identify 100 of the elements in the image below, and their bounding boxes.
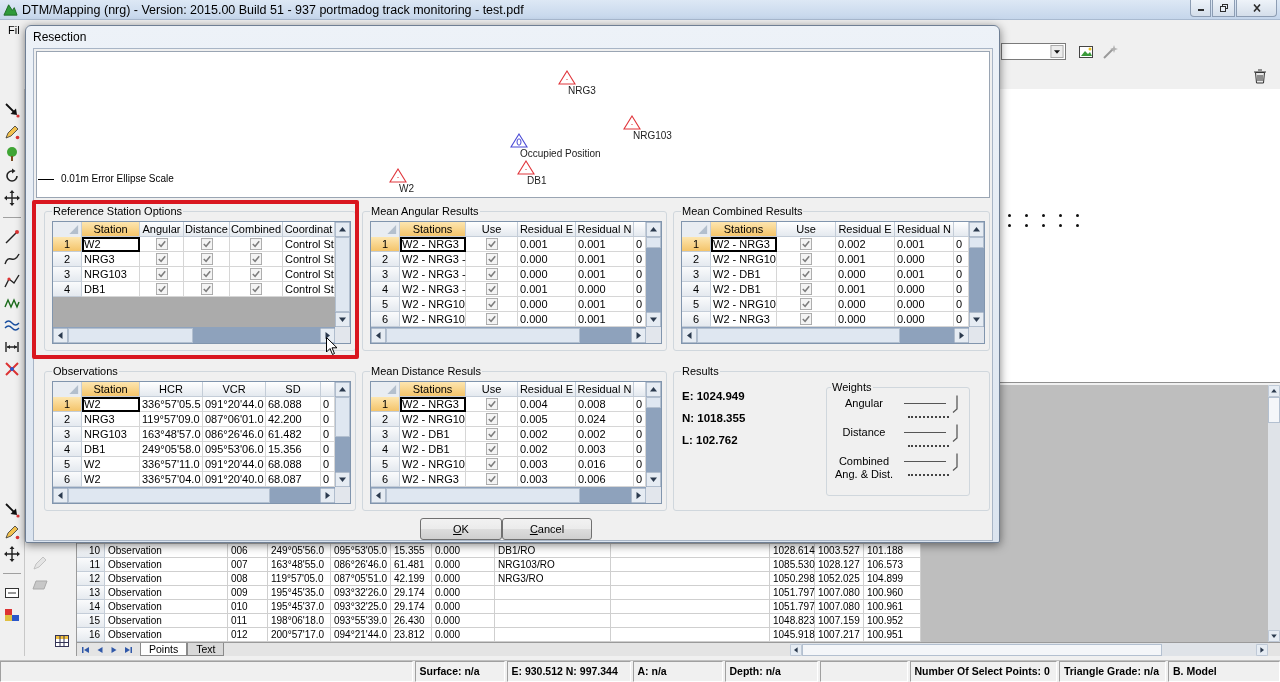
scrollbar-thumb[interactable] bbox=[1268, 397, 1280, 423]
bin-icon[interactable] bbox=[1252, 68, 1268, 84]
scrollbar-thumb[interactable] bbox=[68, 327, 193, 343]
row-number[interactable]: 3 bbox=[371, 427, 400, 442]
vertical-scrollbar[interactable] bbox=[335, 222, 350, 327]
checkbox[interactable] bbox=[800, 253, 812, 265]
checkbox[interactable] bbox=[200, 238, 213, 250]
pencil-icon[interactable] bbox=[4, 124, 20, 140]
weight-slider[interactable] bbox=[902, 395, 958, 419]
rotate-icon[interactable] bbox=[4, 168, 20, 184]
checkbox[interactable] bbox=[155, 283, 168, 295]
row-number[interactable]: 11 bbox=[77, 558, 105, 572]
move-icon[interactable] bbox=[4, 546, 20, 562]
checkbox[interactable] bbox=[485, 413, 498, 425]
row-number[interactable]: 4 bbox=[371, 282, 400, 297]
row-number[interactable]: 15 bbox=[77, 614, 105, 628]
toolbar-dropdown[interactable] bbox=[1001, 43, 1066, 60]
column-header[interactable]: Residual E bbox=[518, 382, 576, 397]
picture-icon[interactable] bbox=[1078, 43, 1094, 60]
row-number[interactable]: 6 bbox=[682, 312, 711, 327]
row-number[interactable]: 1 bbox=[371, 237, 400, 252]
pencil-icon[interactable] bbox=[4, 524, 20, 540]
row-number[interactable]: 1 bbox=[371, 397, 400, 412]
column-header[interactable]: Residual E bbox=[836, 222, 895, 237]
row-number[interactable]: 4 bbox=[682, 282, 711, 297]
table-icon[interactable] bbox=[54, 633, 70, 649]
checkbox[interactable] bbox=[485, 473, 498, 485]
column-header[interactable]: Stations bbox=[400, 222, 466, 237]
restore-button[interactable] bbox=[1212, 0, 1235, 17]
arrow-icon[interactable] bbox=[4, 502, 20, 518]
column-header[interactable]: Station bbox=[82, 382, 140, 397]
column-header[interactable]: Angular bbox=[140, 222, 184, 237]
checkbox[interactable] bbox=[485, 398, 498, 410]
horizontal-scrollbar[interactable] bbox=[371, 327, 646, 343]
curve-icon[interactable] bbox=[4, 251, 20, 267]
row-number[interactable]: 5 bbox=[53, 457, 82, 472]
row-number[interactable]: 4 bbox=[371, 442, 400, 457]
vertical-scrollbar[interactable] bbox=[335, 382, 350, 487]
row-number[interactable]: 1 bbox=[53, 237, 82, 252]
wand-icon[interactable] bbox=[1102, 43, 1118, 60]
row-number[interactable]: 2 bbox=[371, 252, 400, 267]
scrollbar-thumb[interactable] bbox=[969, 237, 984, 248]
row-number[interactable]: 6 bbox=[371, 472, 400, 487]
checkbox[interactable] bbox=[250, 283, 262, 295]
vertical-scrollbar[interactable] bbox=[646, 382, 661, 487]
column-header[interactable]: Use bbox=[466, 382, 518, 397]
row-number[interactable]: 3 bbox=[53, 267, 82, 282]
checkbox[interactable] bbox=[485, 458, 498, 470]
checkbox[interactable] bbox=[250, 253, 262, 265]
slider-thumb[interactable] bbox=[951, 395, 958, 413]
checkbox[interactable] bbox=[200, 268, 213, 280]
row-number[interactable]: 5 bbox=[371, 297, 400, 312]
checkbox[interactable] bbox=[200, 283, 213, 295]
row-number[interactable]: 2 bbox=[53, 412, 82, 427]
checkbox[interactable] bbox=[485, 298, 498, 310]
dialog-button[interactable]: Cancel bbox=[502, 518, 592, 540]
column-header[interactable]: SD bbox=[266, 382, 321, 397]
checkbox[interactable] bbox=[800, 313, 812, 325]
menu-item[interactable]: Fil bbox=[8, 24, 20, 36]
column-header[interactable]: Residual N bbox=[576, 222, 634, 237]
column-header[interactable]: Residual N bbox=[576, 382, 634, 397]
vertical-scrollbar[interactable] bbox=[646, 222, 661, 327]
row-number[interactable]: 16 bbox=[77, 628, 105, 642]
column-header[interactable]: Residual E bbox=[518, 222, 576, 237]
scrollbar-thumb[interactable] bbox=[335, 237, 350, 312]
slider-thumb[interactable] bbox=[951, 453, 958, 471]
cross-icon[interactable] bbox=[4, 361, 20, 377]
checkbox[interactable] bbox=[155, 268, 168, 280]
column-header[interactable]: Station bbox=[82, 222, 140, 237]
row-number[interactable]: 1 bbox=[53, 397, 82, 412]
slider-thumb[interactable] bbox=[951, 424, 958, 442]
scrollbar-thumb[interactable] bbox=[386, 327, 580, 343]
horizontal-scrollbar[interactable] bbox=[371, 487, 646, 503]
row-number[interactable]: 3 bbox=[53, 427, 82, 442]
checkbox[interactable] bbox=[800, 238, 812, 250]
column-header[interactable]: HCR bbox=[140, 382, 203, 397]
scrollbar-thumb[interactable] bbox=[697, 327, 901, 343]
arrow-icon[interactable] bbox=[4, 102, 20, 118]
scrollbar-thumb[interactable] bbox=[646, 397, 661, 408]
row-number[interactable]: 10 bbox=[77, 544, 105, 558]
row-number[interactable]: 3 bbox=[682, 267, 711, 282]
row-number[interactable]: 6 bbox=[53, 472, 82, 487]
row-number[interactable]: 3 bbox=[371, 267, 400, 282]
row-number[interactable]: 4 bbox=[53, 282, 82, 297]
column-header[interactable]: Distance bbox=[184, 222, 230, 237]
row-number[interactable]: 4 bbox=[53, 442, 82, 457]
column-header[interactable]: Residual N bbox=[895, 222, 954, 237]
sheet-tab[interactable]: Text bbox=[187, 643, 225, 656]
blocks-icon[interactable] bbox=[4, 607, 20, 623]
row-number[interactable]: 2 bbox=[682, 252, 711, 267]
checkbox[interactable] bbox=[485, 428, 498, 440]
scrollbar-thumb[interactable] bbox=[335, 397, 350, 437]
move-icon[interactable] bbox=[4, 190, 20, 206]
checkbox[interactable] bbox=[250, 268, 262, 280]
row-number[interactable]: 14 bbox=[77, 600, 105, 614]
checkbox[interactable] bbox=[155, 238, 168, 250]
measure-icon[interactable] bbox=[4, 339, 20, 355]
sheet-tab[interactable]: Points bbox=[140, 643, 188, 656]
scrollbar-thumb[interactable] bbox=[68, 487, 270, 503]
column-header[interactable]: Stations bbox=[711, 222, 777, 237]
